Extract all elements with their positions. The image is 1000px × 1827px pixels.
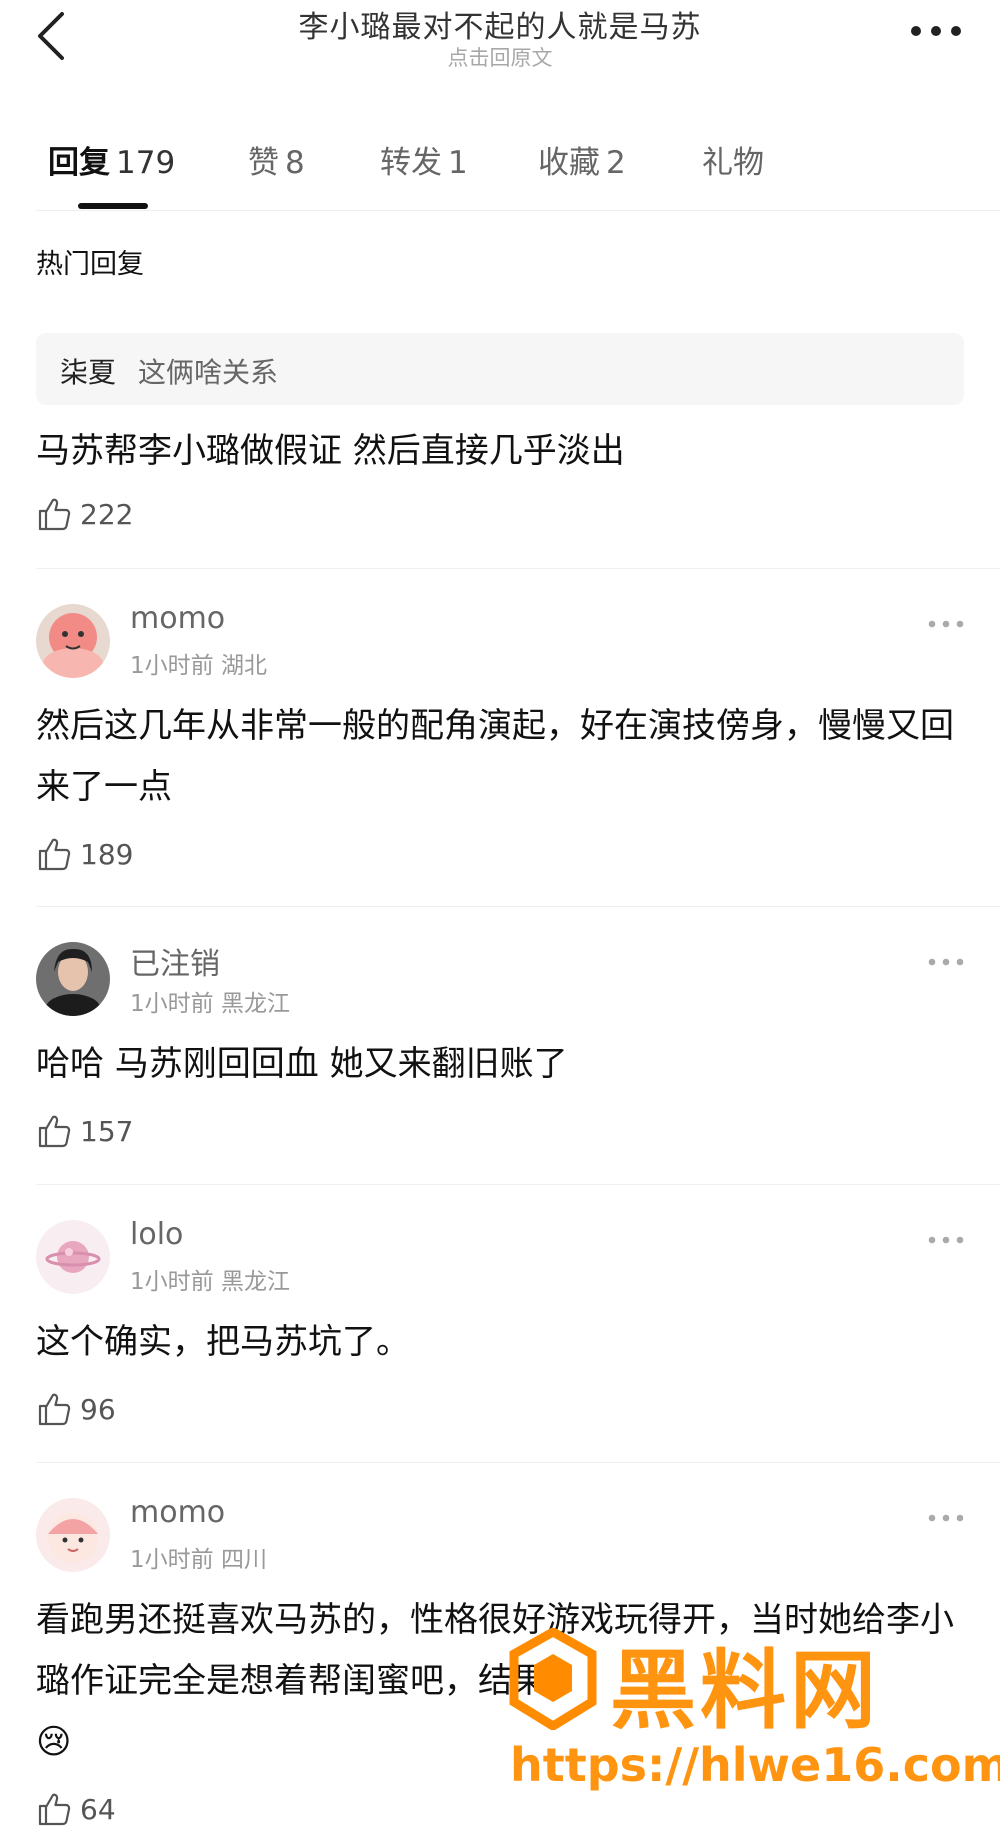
like-count: 96: [80, 1393, 116, 1426]
hot-reply-text: 马苏帮李小璐做假证 然后直接几乎淡出: [36, 431, 625, 471]
username[interactable]: lolo: [130, 1217, 183, 1252]
comment-time: 1小时前: [130, 991, 214, 1017]
quoted-username[interactable]: 柒夏: [60, 351, 116, 391]
post-title: 李小璐最对不起的人就是马苏: [298, 10, 702, 45]
more-options-icon[interactable]: [926, 616, 966, 632]
comment-text: 哈哈 马苏刚回回血 她又来翻旧账了: [36, 1044, 568, 1084]
like-count: 222: [80, 498, 134, 531]
tab-likes[interactable]: 赞8: [248, 137, 305, 182]
divider: [36, 210, 1000, 211]
thumbs-up-icon: [38, 1115, 71, 1148]
thumbs-up-icon: [38, 1793, 71, 1826]
divider: [36, 568, 1000, 569]
username[interactable]: momo: [130, 1495, 225, 1530]
back-to-original-link[interactable]: 点击回原文: [0, 42, 1000, 72]
more-options-icon[interactable]: [926, 1232, 966, 1248]
comment-location: 黑龙江: [220, 991, 290, 1017]
thumbs-up-icon: [38, 498, 71, 531]
comment-meta: 1小时前 黑龙江: [130, 984, 290, 1018]
comment-time: 1小时前: [130, 1547, 214, 1573]
more-options-icon[interactable]: [926, 954, 966, 970]
watermark-logo-icon: [508, 1626, 598, 1732]
tab-label: 礼物: [702, 145, 764, 181]
comment-time: 1小时前: [130, 1269, 214, 1295]
thumbs-up-icon: [38, 838, 71, 871]
avatar[interactable]: [36, 1498, 110, 1572]
comment-location: 黑龙江: [220, 1269, 290, 1295]
tab-count: 1: [448, 145, 468, 181]
tab-label: 回复: [48, 145, 110, 181]
watermark-text: 黑料网: [610, 1641, 880, 1741]
comment-time: 1小时前: [130, 653, 214, 679]
tab-label: 收藏: [538, 145, 600, 181]
tab-bar: 回复 179 赞8 转发 1 收藏 2 礼物: [0, 125, 1000, 215]
tab-label: 赞: [248, 145, 279, 181]
tab-count: 8: [285, 145, 305, 181]
like-count: 189: [80, 838, 134, 871]
watermark-url: https://hlwe16.com: [510, 1738, 1000, 1792]
quoted-text: 这俩啥关系: [138, 356, 279, 389]
avatar[interactable]: [36, 1220, 110, 1294]
more-options-icon[interactable]: [926, 1510, 966, 1526]
tab-favorites[interactable]: 收藏 2: [538, 137, 626, 182]
username[interactable]: 已注销: [130, 939, 220, 983]
comment-meta: 1小时前 四川: [130, 1540, 267, 1574]
comment-text: 这个确实，把马苏坑了。: [36, 1322, 410, 1362]
tab-gifts[interactable]: 礼物: [702, 137, 764, 182]
section-title: 热门回复: [36, 249, 144, 280]
divider: [36, 1462, 1000, 1463]
more-options-icon[interactable]: [906, 14, 966, 48]
tab-reposts[interactable]: 转发 1: [380, 137, 468, 182]
tab-label: 转发: [380, 145, 442, 181]
tab-count: 179: [116, 145, 176, 181]
tab-replies[interactable]: 回复 179: [48, 137, 175, 182]
divider: [36, 906, 1000, 907]
thumbs-up-icon: [38, 1393, 71, 1426]
divider: [36, 1184, 1000, 1185]
comment-meta: 1小时前 黑龙江: [130, 1262, 290, 1296]
comment-location: 湖北: [220, 653, 267, 679]
comment-location: 四川: [220, 1547, 267, 1573]
like-count: 64: [80, 1793, 116, 1826]
active-tab-indicator: [78, 203, 148, 209]
avatar[interactable]: [36, 604, 110, 678]
tab-count: 2: [606, 145, 626, 181]
top-bar: 李小璐最对不起的人就是马苏 点击回原文: [0, 0, 1000, 70]
comment-meta: 1小时前 湖北: [130, 646, 267, 680]
like-count: 157: [80, 1115, 134, 1148]
comment-text: 然后这几年从非常一般的配角演起，好在演技傍身，慢慢又回来了一点: [36, 706, 954, 807]
crying-emoji-icon: 😢: [36, 1722, 72, 1762]
username[interactable]: momo: [130, 601, 225, 636]
quoted-comment[interactable]: 柒夏 这俩啥关系: [36, 333, 964, 405]
avatar[interactable]: [36, 942, 110, 1016]
